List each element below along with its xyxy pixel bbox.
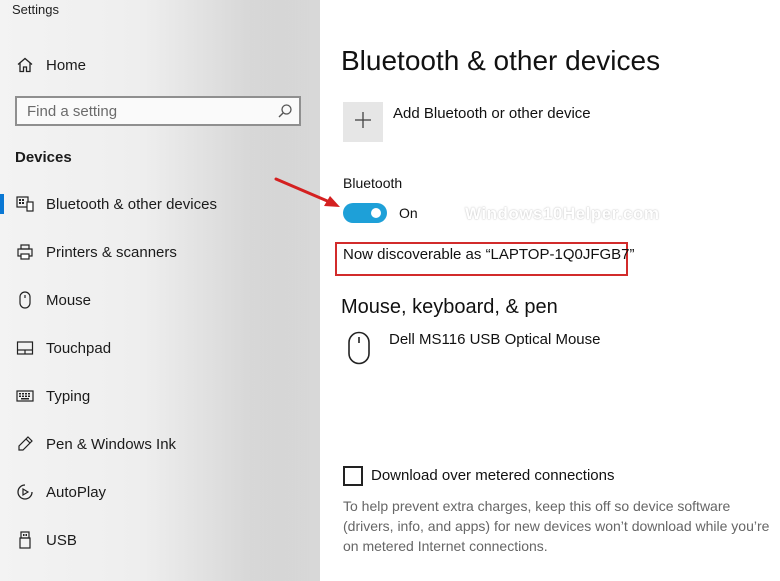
sidebar-item-mouse[interactable]: Mouse xyxy=(0,280,320,320)
autoplay-icon xyxy=(15,482,35,502)
device-item-name[interactable]: Dell MS116 USB Optical Mouse xyxy=(389,331,600,348)
plus-icon xyxy=(353,110,373,135)
add-device-button[interactable] xyxy=(343,102,383,142)
bluetooth-devices-icon xyxy=(15,194,35,214)
mouse-icon xyxy=(347,331,371,365)
watermark: Windows10Helper.com xyxy=(465,204,660,223)
search-input[interactable] xyxy=(17,98,267,124)
sidebar-item-label: USB xyxy=(46,531,77,549)
keyboard-icon xyxy=(15,386,35,406)
sidebar-item-typing[interactable]: Typing xyxy=(0,376,320,416)
sidebar-item-label: Typing xyxy=(46,387,91,405)
sidebar-item-printers[interactable]: Printers & scanners xyxy=(0,232,320,272)
sidebar-item-label: Touchpad xyxy=(46,339,112,357)
sidebar-item-pen[interactable]: Pen & Windows Ink xyxy=(0,424,320,464)
sidebar: Settings Home Devices Bluetooth & other … xyxy=(0,0,320,581)
sidebar-item-touchpad[interactable]: Touchpad xyxy=(0,328,320,368)
touchpad-icon xyxy=(15,338,35,358)
sidebar-item-label: Printers & scanners xyxy=(46,243,177,261)
sidebar-item-label: Bluetooth & other devices xyxy=(46,195,217,213)
bluetooth-label: Bluetooth xyxy=(343,175,403,191)
sidebar-item-label: Mouse xyxy=(46,291,92,309)
section-heading-mouse-keyboard-pen: Mouse, keyboard, & pen xyxy=(341,296,558,318)
home-icon xyxy=(15,55,35,75)
bluetooth-state-label: On xyxy=(399,205,418,221)
sidebar-item-usb[interactable]: USB xyxy=(0,520,320,560)
printer-icon xyxy=(15,242,35,262)
selected-indicator xyxy=(0,194,4,214)
usb-icon xyxy=(15,530,35,550)
metered-checkbox-label[interactable]: Download over metered connections xyxy=(371,467,614,484)
pen-icon xyxy=(15,434,35,454)
sidebar-item-bluetooth[interactable]: Bluetooth & other devices xyxy=(0,184,320,224)
section-heading-devices: Devices xyxy=(15,149,72,166)
sidebar-item-label: AutoPlay xyxy=(46,483,107,501)
metered-checkbox[interactable] xyxy=(343,466,363,486)
add-device-label[interactable]: Add Bluetooth or other device xyxy=(393,105,591,122)
mouse-icon xyxy=(15,290,35,310)
main-content: Bluetooth & other devices Add Bluetooth … xyxy=(320,0,780,581)
toggle-knob xyxy=(371,208,381,218)
sidebar-item-label: Pen & Windows Ink xyxy=(46,435,177,453)
app-title: Settings xyxy=(12,2,59,17)
metered-help-text: To help prevent extra charges, keep this… xyxy=(343,498,770,554)
search-box[interactable] xyxy=(15,96,301,126)
page-title: Bluetooth & other devices xyxy=(341,45,661,76)
sidebar-item-autoplay[interactable]: AutoPlay xyxy=(0,472,320,512)
discoverable-text: Now discoverable as “LAPTOP-1Q0JFGB7” xyxy=(343,246,635,263)
sidebar-item-label: Home xyxy=(46,56,87,74)
sidebar-item-home[interactable]: Home xyxy=(0,45,320,85)
search-icon[interactable] xyxy=(277,103,293,119)
